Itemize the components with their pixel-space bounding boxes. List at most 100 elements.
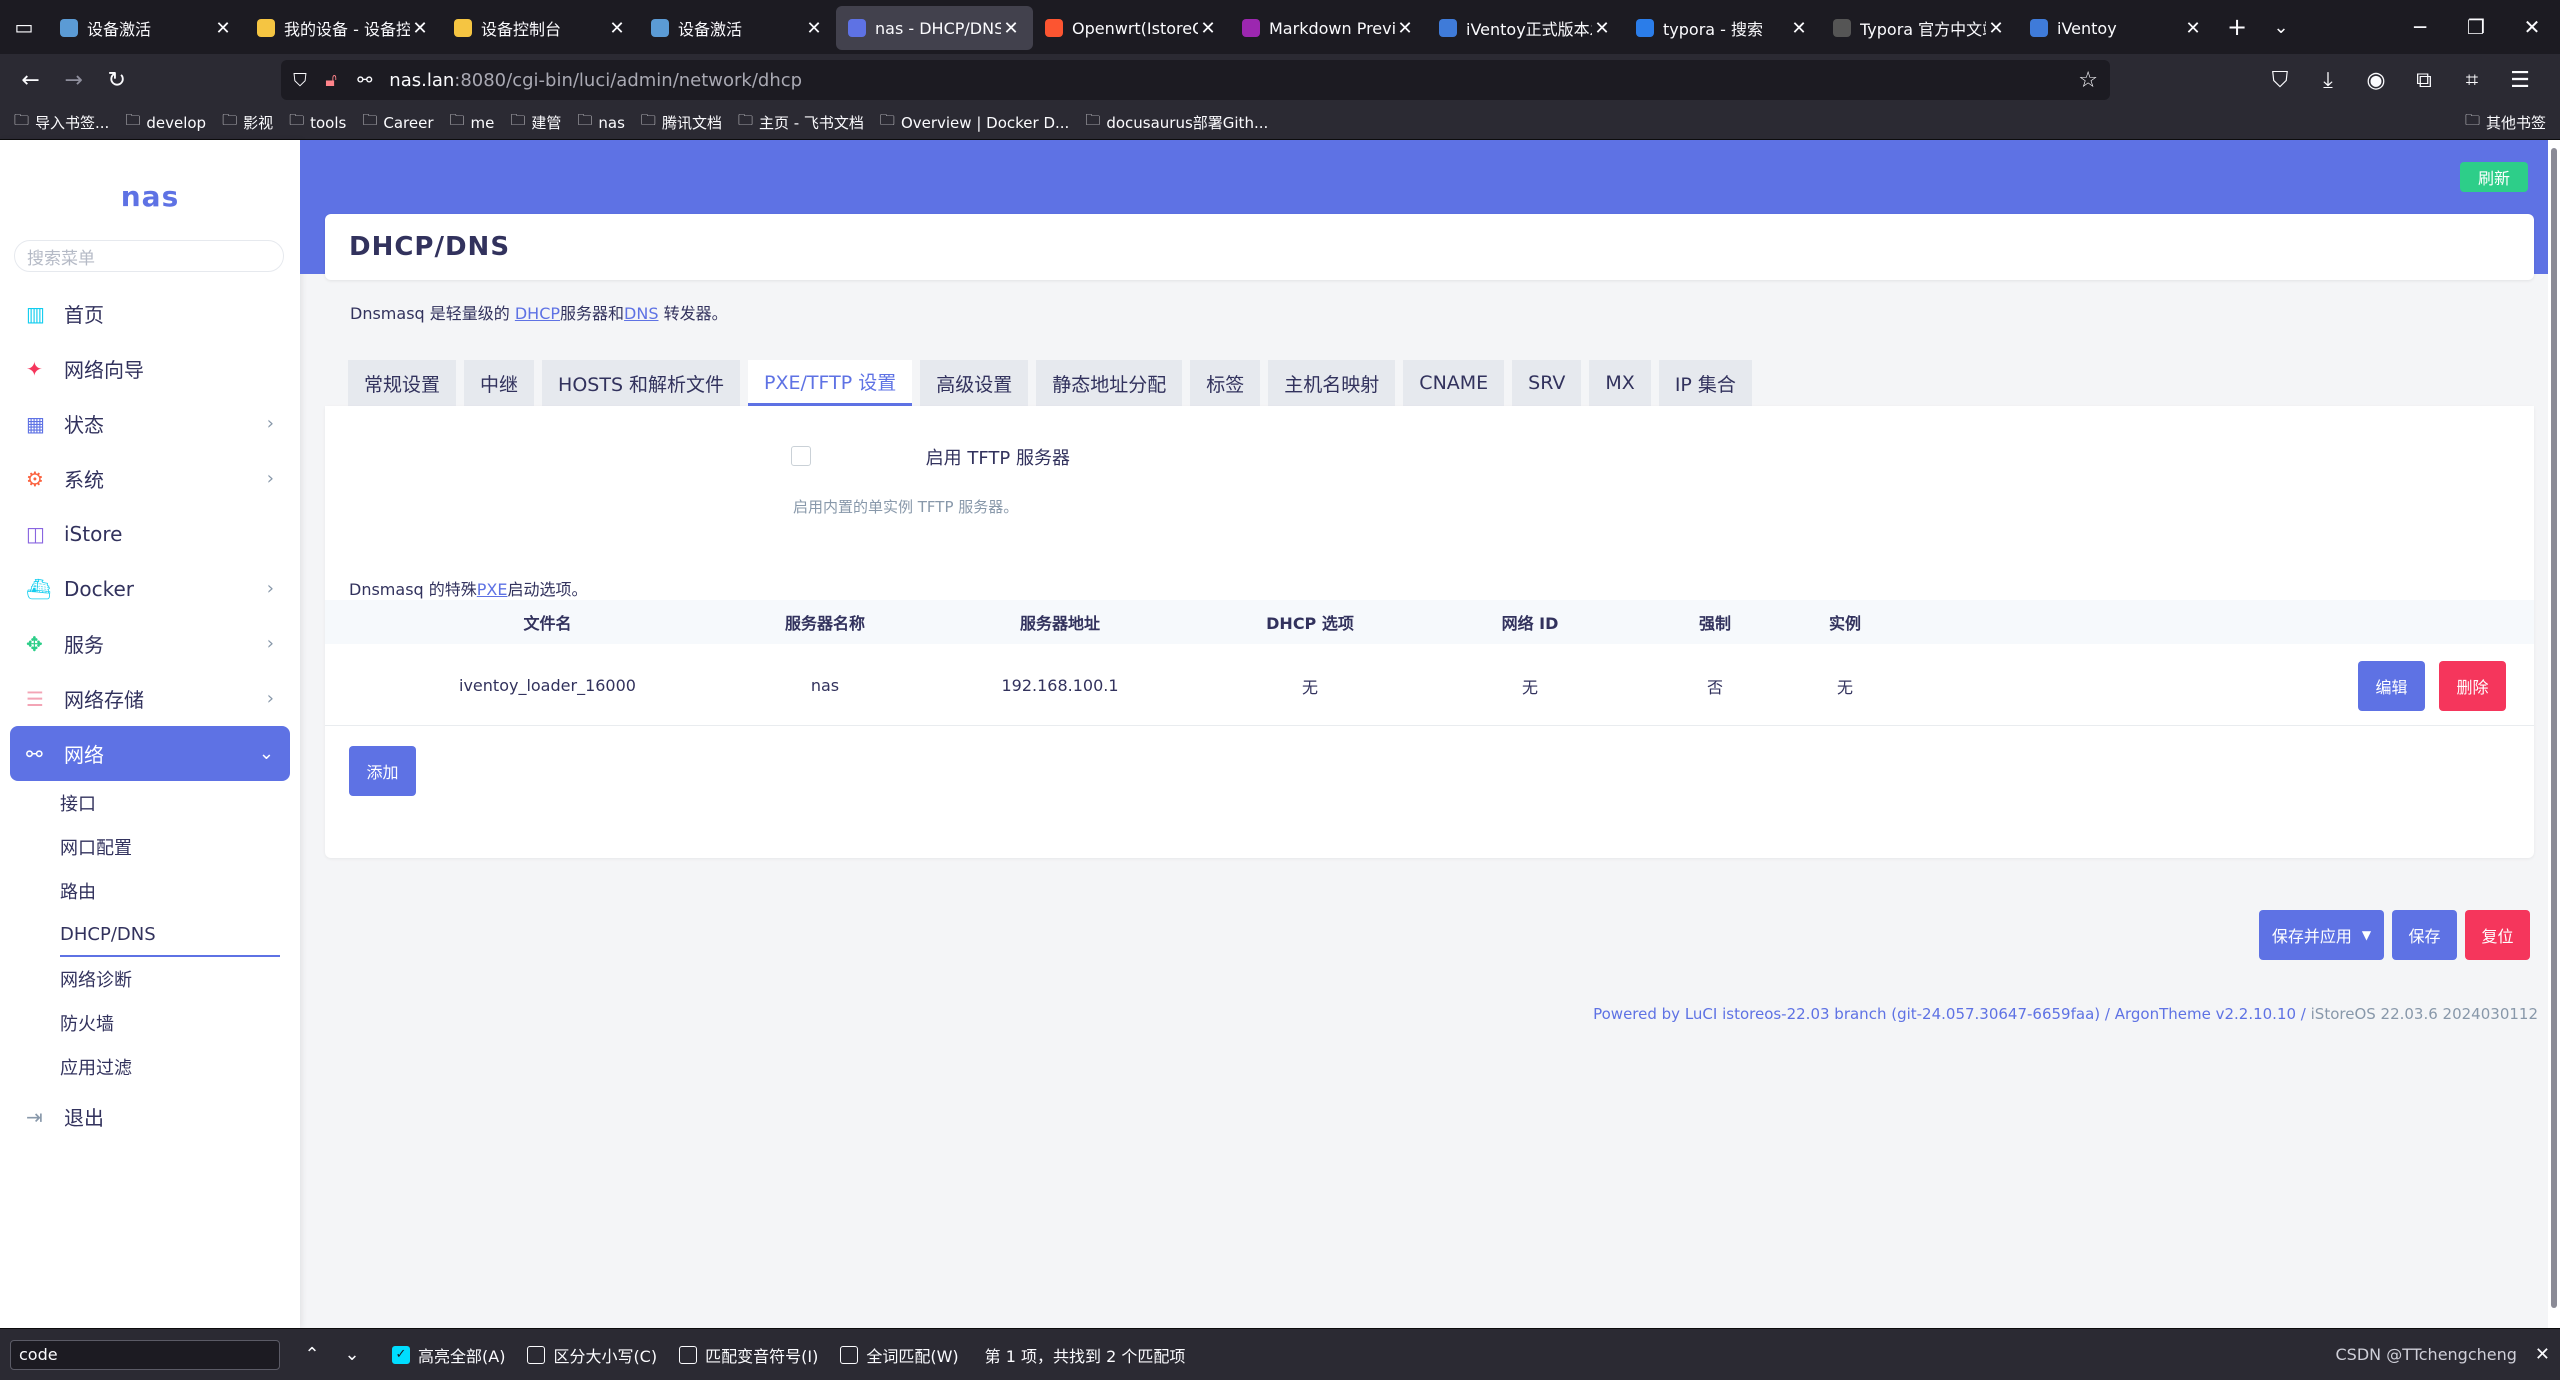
tab-1[interactable]: 中继 (464, 360, 535, 406)
tab-0[interactable]: 常规设置 (348, 360, 457, 406)
crop-icon[interactable]: ⌗ (2452, 60, 2492, 100)
reload-icon[interactable]: ↻ (98, 60, 135, 100)
restore-icon[interactable]: ❐ (2448, 15, 2504, 39)
bookmark-item[interactable]: 🗀 主页 - 飞书文档 (738, 110, 864, 135)
tab-10[interactable]: MX (1589, 360, 1651, 406)
browser-tab[interactable]: iVentoy ✕ (2018, 6, 2215, 50)
tab-3[interactable]: PXE/TFTP 设置 (748, 360, 913, 406)
tab-7[interactable]: 主机名映射 (1268, 360, 1396, 406)
sidebar-item-6[interactable]: ✥ 服务 › (10, 616, 290, 671)
chevron-down-icon[interactable]: ⌄ (2259, 17, 2303, 38)
bookmark-item[interactable]: 🗀 建管 (510, 110, 561, 135)
close-tab-icon[interactable]: ✕ (213, 18, 233, 39)
sidebar-subitem[interactable]: 应用过滤 (60, 1045, 290, 1089)
sidebar-item-3[interactable]: ⚙ 系统 › (10, 451, 290, 506)
tab-list-icon[interactable]: ▭ (0, 0, 48, 54)
save-button[interactable]: 保存 (2392, 910, 2457, 960)
close-tab-icon[interactable]: ✕ (410, 18, 430, 39)
bookmark-item[interactable]: 🗀 影视 (222, 110, 273, 135)
sidebar-item-2[interactable]: ▦ 状态 › (10, 396, 290, 451)
sidebar-item-7[interactable]: ☰ 网络存储 › (10, 671, 290, 726)
close-tab-icon[interactable]: ✕ (607, 18, 627, 39)
sidebar-item-5[interactable]: ⛴ Docker › (10, 561, 290, 616)
close-findbar-icon[interactable]: ✕ (2535, 1344, 2550, 1365)
delete-button[interactable]: 删除 (2439, 661, 2506, 711)
dhcp-link[interactable]: DHCP (515, 304, 560, 323)
pxe-link[interactable]: PXE (477, 580, 508, 599)
download-icon[interactable]: ⤓ (2308, 60, 2348, 100)
close-tab-icon[interactable]: ✕ (1986, 18, 2006, 39)
whole-words-option[interactable]: 全词匹配(W) (840, 1343, 959, 1367)
caret-down-icon[interactable]: ▼ (2362, 928, 2371, 942)
match-diacritics-option[interactable]: 匹配变音符号(I) (679, 1343, 818, 1367)
forward-arrow-icon[interactable]: → (55, 60, 92, 100)
permissions-icon[interactable]: ⚯ (357, 70, 383, 91)
close-tab-icon[interactable]: ✕ (1592, 18, 1612, 39)
reset-button[interactable]: 复位 (2465, 910, 2530, 960)
tab-6[interactable]: 标签 (1190, 360, 1261, 406)
pocket-icon[interactable]: ⛉ (2260, 60, 2300, 100)
page-scrollbar[interactable] (2548, 140, 2560, 1328)
tab-11[interactable]: IP 集合 (1658, 360, 1752, 406)
tab-4[interactable]: 高级设置 (920, 360, 1029, 406)
bookmark-star-icon[interactable]: ☆ (2078, 68, 2098, 93)
scrollbar-thumb[interactable] (2551, 148, 2557, 1308)
tab-2[interactable]: HOSTS 和解析文件 (542, 360, 741, 406)
close-tab-icon[interactable]: ✕ (2183, 18, 2203, 39)
sidebar-subitem[interactable]: 接口 (60, 781, 290, 825)
refresh-button[interactable]: 刷新 (2460, 162, 2528, 192)
new-tab-icon[interactable]: + (2215, 13, 2259, 41)
sidebar-subitem[interactable]: 防火墙 (60, 1001, 290, 1045)
find-input[interactable]: code (10, 1339, 280, 1370)
close-tab-icon[interactable]: ✕ (1395, 18, 1415, 39)
close-tab-icon[interactable]: ✕ (1198, 18, 1218, 39)
tab-5[interactable]: 静态地址分配 (1036, 360, 1183, 406)
edit-button[interactable]: 编辑 (2358, 661, 2425, 711)
browser-tab[interactable]: 我的设备 - 设备控制台✕ (245, 6, 442, 50)
browser-tab[interactable]: Markdown Preview✕ (1230, 6, 1427, 50)
bookmark-item[interactable]: 🗀 docusaurus部署Gith... (1085, 110, 1268, 135)
browser-tab[interactable]: iVentoy正式版本发布✕ (1427, 6, 1624, 50)
find-next-icon[interactable]: ⌄ (334, 1344, 370, 1365)
browser-tab[interactable]: 设备激活 ✕ (639, 6, 836, 50)
bookmark-item[interactable]: 🗀 腾讯文档 (641, 110, 722, 135)
sidebar-subitem[interactable]: 网口配置 (60, 825, 290, 869)
footer-text[interactable]: Powered by LuCI istoreos-22.03 branch (g… (1593, 1005, 2311, 1023)
browser-tab[interactable]: typora - 搜索 ✕ (1624, 6, 1821, 50)
highlight-all-option[interactable]: ✓ 高亮全部(A) (392, 1343, 505, 1367)
sidebar-item-logout[interactable]: ⇥ 退出 (10, 1089, 290, 1144)
match-case-option[interactable]: 区分大小写(C) (527, 1343, 657, 1367)
browser-tab[interactable]: nas - DHCP/DNS - LuCI✕ (836, 6, 1033, 50)
bookmark-item[interactable]: 🗀 develop (125, 110, 206, 135)
sidebar-item-8[interactable]: ⚯ 网络 ⌄ (10, 726, 290, 781)
account-icon[interactable]: ◉ (2356, 60, 2396, 100)
bookmark-item[interactable]: 🗀 tools (289, 110, 346, 135)
save-apply-button[interactable]: 保存并应用 ▼ (2259, 910, 2384, 960)
tab-8[interactable]: CNAME (1403, 360, 1505, 406)
match-diacritics-checkbox[interactable] (679, 1345, 698, 1364)
menu-search-input[interactable]: 搜索菜单 (14, 240, 284, 272)
sidebar-item-0[interactable]: ▥ 首页 (10, 286, 290, 341)
sidebar-subitem[interactable]: 网络诊断 (60, 957, 290, 1001)
sidebar-subitem[interactable]: DHCP/DNS (60, 913, 280, 957)
close-tab-icon[interactable]: ✕ (1789, 18, 1809, 39)
bookmark-item[interactable]: 🗀 nas (577, 110, 625, 135)
sidebar-item-4[interactable]: ◫ iStore (10, 506, 290, 561)
menu-icon[interactable]: ☰ (2500, 60, 2540, 100)
sidebar-subitem[interactable]: 路由 (60, 869, 290, 913)
sidebar-item-1[interactable]: ✦ 网络向导 (10, 341, 290, 396)
extensions-icon[interactable]: ⧉ (2404, 60, 2444, 100)
bookmark-item[interactable]: 🗀 me (450, 110, 495, 135)
tftp-enable-checkbox[interactable] (791, 446, 811, 466)
close-tab-icon[interactable]: ✕ (804, 18, 824, 39)
browser-tab[interactable]: Typora 官方中文站 ✕ (1821, 6, 2018, 50)
add-button[interactable]: 添加 (349, 746, 416, 796)
highlight-all-checkbox[interactable]: ✓ (392, 1345, 410, 1364)
close-window-icon[interactable]: ✕ (2504, 15, 2560, 39)
browser-tab[interactable]: 设备激活 ✕ (48, 6, 245, 50)
bookmark-item[interactable]: 🗀 Career (362, 110, 433, 135)
bookmark-item[interactable]: 🗀 导入书签... (14, 110, 109, 135)
url-bar[interactable]: ⛉ 🔓︎ ⚯ nas.lan:8080/cgi-bin/luci/admin/n… (281, 60, 2110, 100)
find-previous-icon[interactable]: ⌃ (294, 1344, 330, 1365)
shield-icon[interactable]: ⛉ (293, 70, 319, 91)
